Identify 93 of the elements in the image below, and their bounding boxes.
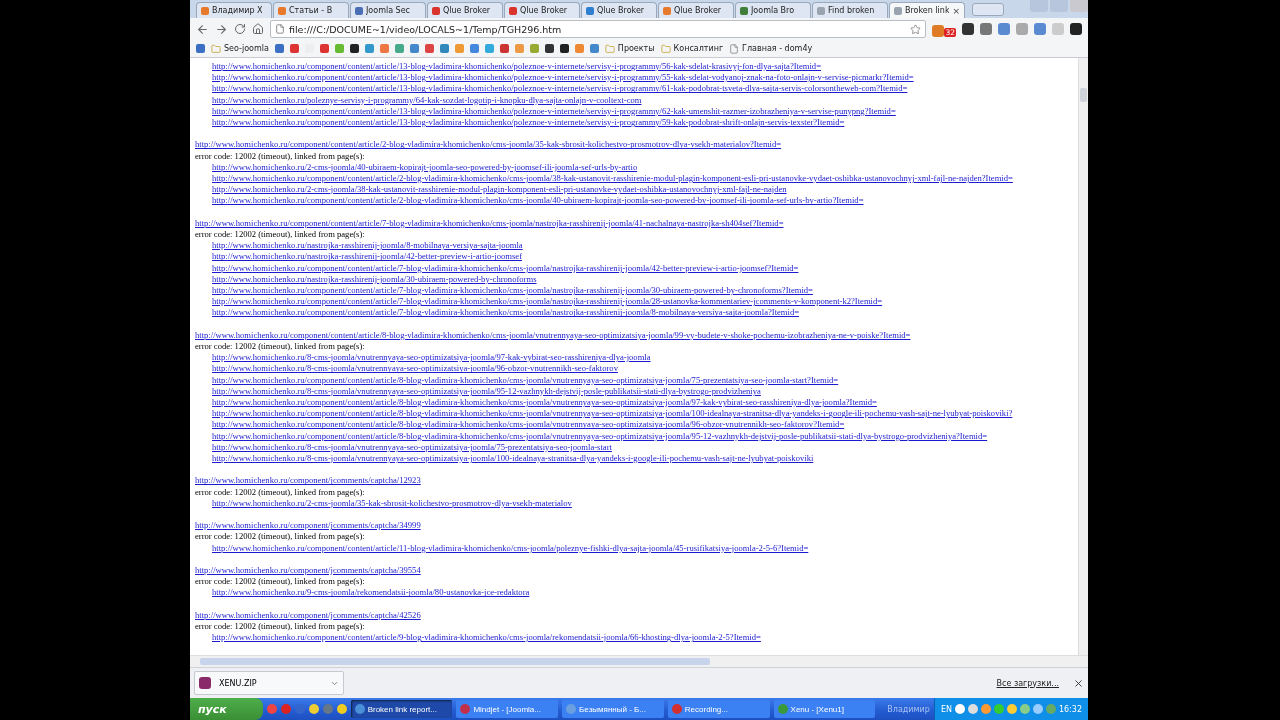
reload-icon[interactable] [234, 23, 246, 35]
page-icon [729, 43, 740, 54]
error-text: error code: 12002 (timeout), linked from page(s): [195, 486, 365, 497]
new-tab-button[interactable] [972, 3, 1004, 16]
referrer-link[interactable]: http://www.homichenko.ru/nastrojka-rasshirenij-joomla/8-mobilnaya-versiya-sajta-joomla [195, 240, 523, 251]
browser-tab[interactable]: Qlue Broker [427, 2, 503, 18]
referrer-link[interactable]: http://www.homichenko.ru/component/content/article/7-blog-vladimira-khomichenko/cms-joomla/nastrojka-rasshirenij-joomla/28-ustanovka-kommentariev-jcomments-v-komponent-k2?Itemid= [195, 296, 883, 307]
bookmark-folder[interactable]: Консалтинг [660, 43, 724, 54]
tray-icon[interactable] [1019, 704, 1030, 714]
tray-icon[interactable] [1006, 704, 1017, 714]
broken-link[interactable]: http://www.homichenko.ru/component/jcomments/captcha/42526 [195, 609, 421, 620]
vertical-scrollbar[interactable] [1078, 58, 1088, 655]
broken-link[interactable]: http://www.homichenko.ru/component/jcomments/captcha/39554 [195, 565, 421, 576]
referrer-link[interactable]: http://www.homichenko.ru/nastrojka-rasshirenij-joomla/42-better-preview-i-artio-joomsef [195, 251, 522, 262]
referrer-link[interactable]: http://www.homichenko.ru/9-cms-joomla/rekomendatsii-joomla/80-ustanovka-jce-redaktora [195, 587, 530, 598]
referrer-link[interactable]: http://www.homichenko.ru/component/content/article/9-blog-vladimira-khomichenko/cms-joomla/rekomendatsii-joomla/66-khosting-dlya-joomla-2-5?Itemid= [195, 632, 761, 643]
address-field[interactable]: file:///C:/DOCUME~1/video/LOCALS~1/Temp/TGH296.htm [270, 20, 927, 38]
referrer-link[interactable]: http://www.homichenko.ru/8-cms-joomla/vnutrennyaya-seo-optimizatsiya-joomla/96-obzor-vnutrennikh-seo-faktorov [195, 363, 618, 374]
browser-tab[interactable]: Статьи - В [273, 2, 349, 18]
star-icon[interactable] [910, 23, 922, 35]
error-text: error code: 12002 (timeout), linked from page(s): [195, 341, 365, 352]
error-text: error code: 12002 (timeout), linked from page(s): [195, 531, 365, 542]
folder-icon [604, 43, 615, 54]
broken-link[interactable]: http://www.homichenko.ru/component/jcomments/captcha/34999 [195, 520, 421, 531]
broken-link[interactable]: http://www.homichenko.ru/component/content/article/7-blog-vladimira-khomichenko/cms-joomla/nastrojka-rasshirenij-joomla/41-nachalnaya-nastrojka-sh404sef?Itemid= [195, 217, 784, 228]
folder-icon [211, 43, 221, 54]
broken-link[interactable]: http://www.homichenko.ru/component/jcomments/captcha/12923 [195, 475, 421, 486]
bookmark-folder[interactable]: Проекты [604, 43, 655, 54]
referrer-link[interactable]: http://www.homichenko.ru/8-cms-joomla/vnutrennyaya-seo-optimizatsiya-joomla/95-12-vazhnykh-dejstvij-posle-publikatsii-stati-dlya-bystrogo-prodvizheniya [195, 385, 761, 396]
referrer-link[interactable]: http://www.homichenko.ru/8-cms-joomla/vnutrennyaya-seo-optimizatsiya-joomla/100-idealnaya-stranitsa-dlya-yandeks-i-google-ili-pochemu-vash-sajt-ne-lyubyat-poiskoviki [195, 453, 814, 464]
archive-icon [199, 677, 211, 689]
referrer-link[interactable]: http://www.homichenko.ru/component/content/article/13-blog-vladimira-khomichenko/poleznoe-v-internete/servisy-i-programmy/55-kak-sdelat-vodyanoj-znak-na-foto-onlajn-v-servise-picmarkr?Itemid= [195, 72, 914, 83]
referrer-link[interactable]: http://www.homichenko.ru/2-cms-joomla/38-kak-ustanovit-rasshirenie-modul-plagin-komponent-esli-pri-ustanovke-vydaet-oshibka-ustanovochnyj-xml-fajl-ne-najden [195, 184, 787, 195]
bookmark-link[interactable]: Главная - dom4y [729, 43, 813, 54]
referrer-link[interactable]: http://www.homichenko.ru/component/content/article/8-blog-vladimira-khomichenko/cms-joomla/vnutrennyaya-seo-optimizatsiya-joomla/96-obzor-vnutrennikh-seo-faktorov?Itemid= [195, 419, 845, 430]
tab-close-button[interactable]: × [952, 5, 960, 16]
referrer-link[interactable]: http://www.homichenko.ru/component/content/article/13-blog-vladimira-khomichenko/poleznoe-v-internete/servisy-i-programmy/62-kak-umenshit-razmer-izobrazheniya-v-servise-punypng?Itemid= [195, 105, 896, 116]
error-text: error code: 12002 (timeout), linked from page(s): [195, 150, 365, 161]
taskbar-button[interactable]: Xenu - [Xenu1] [773, 700, 876, 718]
referrer-link[interactable]: http://www.homichenko.ru/8-cms-joomla/vnutrennyaya-seo-optimizatsiya-joomla/75-prezentatsiya-seo-joomla-start [195, 441, 612, 452]
horizontal-scrollbar[interactable] [190, 655, 1088, 667]
folder-icon [660, 43, 671, 54]
browser-tab[interactable]: Find broken [812, 2, 888, 18]
forward-icon[interactable] [215, 22, 228, 36]
broken-link[interactable]: http://www.homichenko.ru/component/content/article/2-blog-vladimira-khomichenko/cms-joomla/35-kak-sbrosit-kolichestvo-prosmotrov-dlya-vsekh-materialov?Itemid= [195, 139, 782, 150]
tray-icon[interactable] [954, 704, 965, 714]
home-icon[interactable] [252, 23, 264, 35]
referrer-link[interactable]: http://www.homichenko.ru/component/content/article/13-blog-vladimira-khomichenko/poleznoe-v-internete/servisy-i-programmy/61-kak-podobrat-tsveta-dlya-sajta-servis-colorsontheweb-com?Itemid= [195, 83, 908, 94]
error-text: error code: 12002 (timeout), linked from page(s): [195, 229, 365, 239]
taskbar-button[interactable]: Безымянный - Б... [562, 700, 664, 718]
tray-icon[interactable] [967, 704, 978, 714]
download-item[interactable]: XENU.ZIP [194, 671, 344, 695]
taskbar-button[interactable]: Recording... [667, 700, 770, 718]
referrer-link[interactable]: http://www.homichenko.ru/2-cms-joomla/40-ubiraem-kopirajt-joomla-seo-powered-by-joomsef-ili-joomla-sef-urls-by-artio [195, 161, 638, 172]
browser-tab[interactable]: Qlue Broker [581, 2, 657, 18]
taskbar-button[interactable]: Broken link report... [350, 700, 453, 718]
browser-tab[interactable]: Qlue Broker [504, 2, 580, 18]
referrer-link[interactable]: http://www.homichenko.ru/nastrojka-rasshirenij-joomla/30-ubiraem-powered-by-chronoforms [195, 273, 537, 284]
referrer-link[interactable]: http://www.homichenko.ru/component/content/article/11-blog-vladimira-khomichenko/cms-joomla/poleznye-fishki-dlya-sajta-joomla/45-rusifikatsiya-joomla-2-5-6?Itemid= [195, 542, 809, 553]
browser-tab[interactable]: Broken link × [889, 2, 965, 18]
broken-link[interactable]: http://www.homichenko.ru/component/content/article/8-blog-vladimira-khomichenko/cms-joomla/vnutrennyaya-seo-optimizatsiya-joomla/99-vy-budete-v-shoke-pochemu-izobrazheniya-ne-v-poiske?Itemid= [195, 329, 911, 340]
referrer-link[interactable]: http://www.homichenko.ru/8-cms-joomla/vnutrennyaya-seo-optimizatsiya-joomla/97-kak-vybirat-seo-rasshireniya-dlya-joomla [195, 352, 651, 363]
tray-icon[interactable] [993, 704, 1004, 714]
error-text: error code: 12002 (timeout), linked from page(s): [195, 576, 365, 587]
bookmark-folder[interactable]: Seo-joomla [211, 43, 269, 54]
referrer-link[interactable]: http://www.homichenko.ru/component/content/article/8-blog-vladimira-khomichenko/cms-joomla/vnutrennyaya-seo-optimizatsiya-joomla/75-prezentatsiya-seo-joomla-start?Itemid= [195, 374, 839, 385]
back-icon[interactable] [196, 22, 209, 36]
referrer-link[interactable]: http://www.homichenko.ru/component/content/article/13-blog-vladimira-khomichenko/poleznoe-v-internete/servisy-i-programmy/59-kak-podobrat-shrift-onlajn-servis-texster?Itemid= [195, 117, 845, 127]
taskbar-button[interactable]: Mindjet - [Joomla... [456, 700, 559, 718]
referrer-link[interactable]: http://www.homichenko.ru/component/content/article/2-blog-vladimira-khomichenko/cms-joomla/40-ubiraem-kopirajt-joomla-seo-powered-by-joomsef-ili-joomla-sef-urls-by-artio?Itemid= [195, 195, 864, 206]
page-icon [275, 24, 285, 34]
clock: 16:32 [1058, 704, 1082, 714]
referrer-link[interactable]: http://www.homichenko.ru/poleznye-servisy-i-programmy/64-kak-sozdat-logotip-i-knopku-dlya-sajta-onlajn-v-cooltext-com [195, 94, 642, 105]
user-label: Владимир [887, 704, 930, 714]
referrer-link[interactable]: http://www.homichenko.ru/2-cms-joomla/35-kak-sbrosit-kolichestvo-prosmotrov-dlya-vsekh-materialov [195, 497, 572, 508]
all-downloads-link[interactable]: Все загрузки... [996, 678, 1059, 688]
error-text: error code: 12002 (timeout), linked from page(s): [195, 621, 365, 632]
browser-tab[interactable]: Qlue Broker [658, 2, 734, 18]
referrer-link[interactable]: http://www.homichenko.ru/component/content/article/7-blog-vladimira-khomichenko/cms-joomla/nastrojka-rasshirenij-joomla/8-mobilnaya-versiya-sajta-joomla?Itemid= [195, 307, 800, 318]
extension-icon[interactable] [962, 23, 974, 35]
referrer-link[interactable]: http://www.homichenko.ru/component/content/article/7-blog-vladimira-khomichenko/cms-joomla/nastrojka-rasshirenij-joomla/30-ubiraem-powered-by-chronoforms?Itemid= [195, 285, 813, 296]
referrer-link[interactable]: http://www.homichenko.ru/component/content/article/8-blog-vladimira-khomichenko/cms-joomla/vnutrennyaya-seo-optimizatsiya-joomla/97-kak-vybirat-seo-rasshireniya-dlya-joomla?Itemid= [195, 397, 877, 408]
referrer-link[interactable]: http://www.homichenko.ru/component/content/article/13-blog-vladimira-khomichenko/poleznoe-v-internete/servisy-i-programmy/56-kak-sdelat-krasivyj-fon-dlya-sajta?Itemid= [195, 61, 821, 71]
browser-tab[interactable]: Joomla Sec [350, 2, 426, 18]
referrer-link[interactable]: http://www.homichenko.ru/component/content/article/8-blog-vladimira-khomichenko/cms-joomla/vnutrennyaya-seo-optimizatsiya-joomla/100-idealnaya-stranitsa-dlya-yandeks-i-google-ili-pochemu-vash-sajt-ne-lyubyat-poiskoviki? [195, 408, 1013, 419]
tray-icon[interactable] [1032, 704, 1043, 714]
browser-tab[interactable]: Владимир Х [196, 2, 272, 18]
referrer-link[interactable]: http://www.homichenko.ru/component/content/article/2-blog-vladimira-khomichenko/cms-joomla/38-kak-ustanovit-rasshirenie-modul-plagin-komponent-esli-pri-ustanovke-vydaet-oshibka-ustanovochnyj-xml-fajl-ne-najden?Itemid= [195, 173, 1013, 183]
extension-icon[interactable] [1070, 23, 1082, 35]
browser-tab[interactable]: Joomla Bro [735, 2, 811, 18]
referrer-link[interactable]: http://www.homichenko.ru/component/content/article/7-blog-vladimira-khomichenko/cms-joomla/nastrojka-rasshirenij-joomla/42-better-preview-i-artio-joomsef?Itemid= [195, 262, 799, 273]
tray-icon[interactable] [980, 704, 991, 714]
referrer-link[interactable]: http://www.homichenko.ru/component/content/article/8-blog-vladimira-khomichenko/cms-joomla/vnutrennyaya-seo-optimizatsiya-joomla/95-12-vazhnykh-dejstvij-posle-publikatsii-stati-dlya-bystrogo-prodvizheniya?Itemid= [195, 430, 988, 441]
